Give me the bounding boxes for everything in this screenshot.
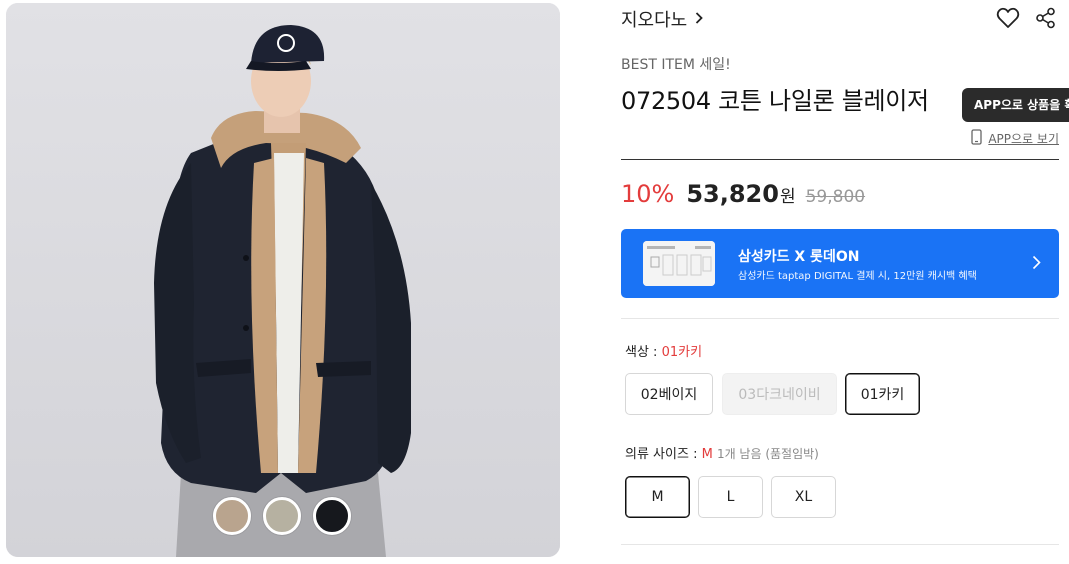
currency-unit: 원 [779,187,796,207]
color-option-dark-navy: 03다크네이비 [722,373,837,415]
product-title: 072504 코튼 나일론 블레이저 [621,87,929,115]
color-option-khaki[interactable]: 01카키 [845,373,920,415]
heart-icon[interactable] [995,5,1021,31]
brand-link[interactable]: 지오다노 [621,8,704,31]
size-selected-value: M [701,447,713,462]
size-option-xl[interactable]: XL [771,476,836,518]
product-image[interactable] [6,3,560,557]
color-selected-value: 01카키 [661,345,703,360]
color-label-text: 색상 : [625,345,662,360]
size-label-text: 의류 사이즈 : [625,447,702,462]
chevron-right-icon [695,10,704,28]
divider [621,159,1059,160]
original-price: 59,800 [805,187,866,207]
brand-name: 지오다노 [621,10,688,31]
top-actions [995,5,1059,31]
size-option-l[interactable]: L [698,476,763,518]
discount-rate: 10% [621,180,675,208]
share-icon[interactable] [1033,5,1059,31]
card-promo-banner[interactable]: 삼성카드 X 롯데ON 삼성카드 taptap DIGITAL 결제 시, 12… [621,229,1059,298]
app-tooltip: APP으로 상품을 확 [962,88,1069,122]
size-option-label: 의류 사이즈 : M 1개 남음 (품절임박) [625,443,819,462]
chevron-right-icon [1032,255,1041,274]
divider [621,318,1059,319]
sale-price: 53,820 [686,180,779,208]
phone-icon [971,129,982,148]
promo-text: BEST ITEM 세일! [621,57,731,73]
swatch-dark-navy[interactable] [313,497,351,535]
color-swatches [213,497,351,535]
swatch-khaki[interactable] [263,497,301,535]
divider [621,544,1059,545]
color-option-beige[interactable]: 02베이지 [625,373,713,415]
banner-subtitle: 삼성카드 taptap DIGITAL 결제 시, 12만원 캐시백 혜택 [738,271,977,282]
color-option-label: 색상 : 01카키 [625,341,702,360]
size-option-m[interactable]: M [625,476,690,518]
price-row: 10% 53,820 원 59,800 [621,180,865,208]
model-illustration [6,3,560,557]
app-view-link[interactable]: APP으로 보기 [971,129,1059,148]
app-view-label: APP으로 보기 [988,132,1059,146]
card-image [643,241,715,286]
stock-note: 1개 남음 (품절임박) [716,447,819,461]
banner-title: 삼성카드 X 롯데ON [738,249,860,265]
swatch-beige[interactable] [213,497,251,535]
product-info-panel: 지오다노 BEST ITEM 세일! 072504 코튼 나일론 블레이저 AP… [621,0,1069,564]
